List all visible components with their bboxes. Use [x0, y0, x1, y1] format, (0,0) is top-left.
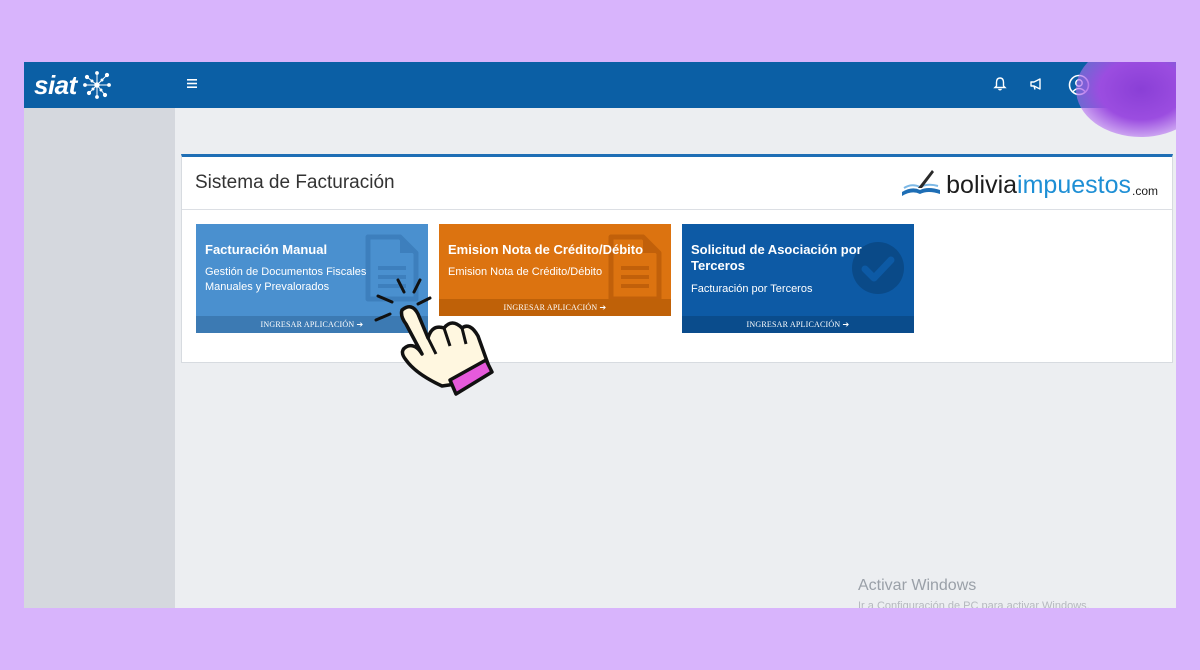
brand-text-3: .com — [1131, 184, 1158, 198]
enter-app-label: INGRESAR APLICACIÓN — [746, 320, 841, 329]
enter-app-label: INGRESAR APLICACIÓN — [503, 303, 598, 312]
windows-activation-subtitle: Ir a Configuración de PC para activar Wi… — [858, 600, 1090, 608]
redacted-user-area — [1076, 62, 1176, 137]
megaphone-icon[interactable] — [1029, 76, 1045, 97]
card-asociacion-terceros[interactable]: Solicitud de Asociación por Terceros Fac… — [682, 224, 914, 333]
card-title: Emision Nota de Crédito/Débito — [448, 242, 644, 257]
panel-header: Sistema de Facturación bolivia impuestos.… — [182, 157, 1172, 210]
windows-activation-title: Activar Windows — [858, 577, 977, 594]
card-title: Facturación Manual — [205, 242, 328, 257]
app-window: siat Sistema de Facturación bolivia impu… — [24, 62, 1176, 608]
billing-system-panel: Sistema de Facturación bolivia impuestos.… — [181, 154, 1173, 363]
arrow-right-circle-icon: ➔ — [599, 303, 607, 312]
arrow-right-circle-icon: ➔ — [842, 320, 850, 329]
card-description: Facturación por Terceros — [691, 283, 813, 295]
card-description: Gestión de Documentos Fiscales Manuales … — [205, 266, 367, 293]
card-title: Solicitud de Asociación por Terceros — [691, 242, 862, 273]
top-navbar — [175, 62, 1176, 137]
arrow-right-circle-icon: ➔ — [356, 320, 364, 329]
menu-icon[interactable] — [187, 76, 197, 92]
pointing-hand-icon — [374, 278, 494, 396]
app-logo: siat — [34, 69, 77, 100]
book-icon — [902, 170, 941, 196]
page-title: Sistema de Facturación — [195, 172, 395, 193]
brand-text-1: bolivia — [946, 171, 1018, 199]
enter-app-button[interactable]: INGRESAR APLICACIÓN ➔ — [682, 316, 914, 333]
logo-area[interactable]: siat — [24, 62, 175, 108]
logo-network-icon — [82, 71, 111, 99]
sidebar — [24, 108, 175, 608]
enter-app-label: INGRESAR APLICACIÓN — [260, 320, 355, 329]
bell-icon[interactable] — [993, 76, 1007, 97]
brand-text-2: impuestos — [1017, 171, 1131, 199]
brand-logo: bolivia impuestos .com — [900, 168, 1158, 198]
